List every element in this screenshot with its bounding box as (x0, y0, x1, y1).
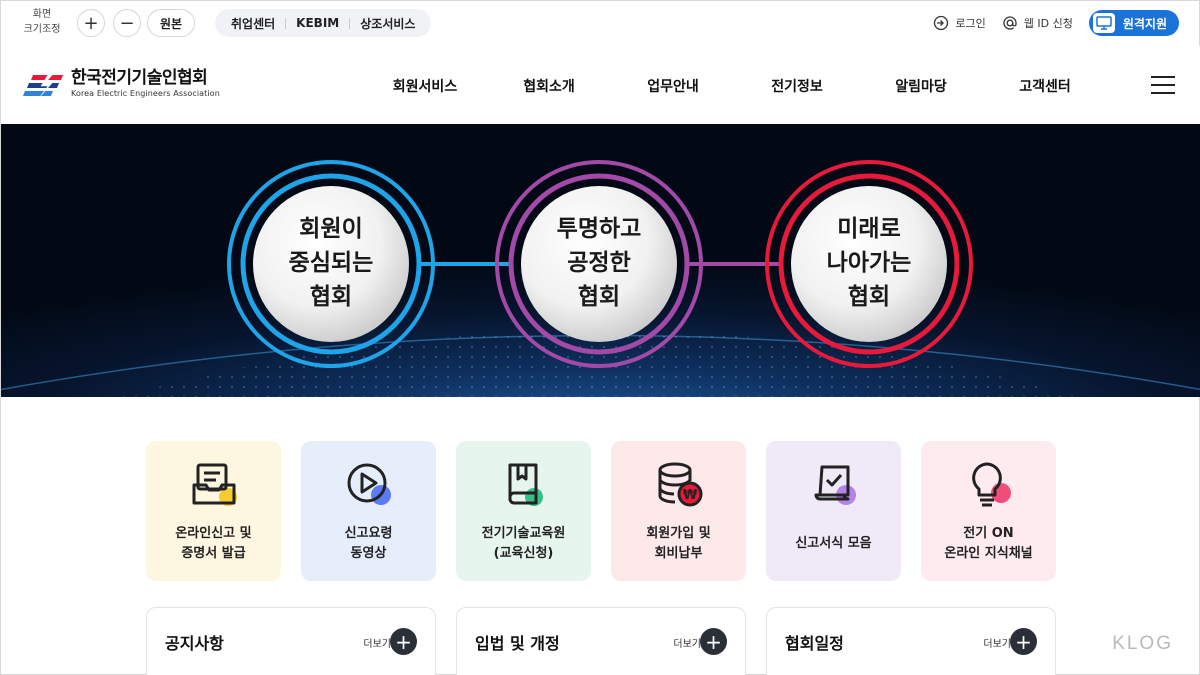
utility-right: 로그인 웹 ID 신청 원격지원 (933, 9, 1179, 37)
service-link-funeral-service[interactable]: 상조서비스 (360, 15, 415, 32)
hero-3-line1: 미래로 (837, 216, 901, 242)
site-logo[interactable]: 한국전기기술인협회 Korea Electric Engineers Assoc… (23, 70, 220, 99)
legislation-board: 입법 및 개정 더보기 + (456, 607, 746, 675)
quick-report-forms[interactable]: 신고서식 모음 (766, 441, 901, 581)
hero-1-line1: 회원이 (299, 216, 363, 242)
book-icon (508, 463, 543, 506)
nav-about[interactable]: 협회소개 (487, 76, 611, 96)
quick-knowledge-channel[interactable]: 전기 ON 온라인 지식채널 (921, 441, 1056, 581)
zoom-in-button[interactable]: + (77, 9, 105, 37)
zoom-reset-button[interactable]: 원본 (147, 9, 195, 37)
minus-icon: − (119, 12, 135, 34)
board-title: 공지사항 (165, 634, 224, 653)
divider (349, 17, 351, 29)
nav-customer-center[interactable]: 고객센터 (983, 76, 1107, 96)
schedule-board: 협회일정 더보기 + (766, 607, 1056, 675)
plus-icon[interactable]: + (700, 628, 727, 655)
quick-label: 회원가입 및 회비납부 (611, 524, 746, 564)
quick-label-line1: 신고서식 모음 (795, 536, 872, 551)
kea-logo-icon (23, 72, 63, 98)
lightbulb-icon (972, 462, 1011, 507)
nav-business[interactable]: 업무안내 (611, 76, 735, 96)
quick-label-line1: 전기기술교육원 (481, 526, 566, 541)
quick-label-line2: 회비납부 (654, 546, 703, 561)
quick-label-line1: 온라인신고 및 (175, 526, 252, 541)
login-link[interactable]: 로그인 (933, 15, 986, 31)
hero-2-line3: 협회 (577, 284, 621, 310)
login-icon (934, 15, 949, 31)
svg-text:₩: ₩ (683, 488, 698, 503)
hero-circle-2-text: 투명하고 공정한 협회 (529, 212, 669, 314)
quick-online-report[interactable]: 온라인신고 및 증명서 발급 (146, 441, 281, 581)
quick-label-line2: 온라인 지식채널 (944, 546, 1033, 561)
login-label: 로그인 (955, 17, 986, 30)
quick-label: 온라인신고 및 증명서 발급 (146, 524, 281, 564)
plus-icon[interactable]: + (390, 628, 417, 655)
nav-electric-info[interactable]: 전기정보 (735, 76, 859, 96)
plus-icon[interactable]: + (1010, 628, 1037, 655)
quick-report-video[interactable]: 신고요령 동영상 (301, 441, 436, 581)
hero-3-line3: 협회 (847, 284, 891, 310)
nav-notice-board[interactable]: 알림마당 (859, 76, 983, 96)
board-more-link[interactable]: 더보기 (673, 635, 701, 650)
document-tray-icon (192, 463, 237, 506)
hero-circle-1-text: 회원이 중심되는 협회 (261, 212, 401, 314)
web-id-link[interactable]: 웹 ID 신청 (1002, 15, 1073, 31)
hero-circle-3-text: 미래로 나아가는 협회 (799, 212, 939, 314)
divider (285, 17, 287, 29)
zoom-label-line1: 화면 (32, 9, 52, 20)
hero-1-line2: 중심되는 (288, 250, 374, 276)
quick-label: 전기 ON 온라인 지식채널 (921, 524, 1056, 564)
coin-stack-icon: ₩ (658, 462, 703, 507)
hero-3-line2: 나아가는 (826, 250, 912, 276)
board-title: 협회일정 (785, 634, 844, 653)
site-header: 한국전기기술인협회 Korea Electric Engineers Assoc… (1, 46, 1200, 124)
scroll-form-icon (814, 465, 856, 505)
browser-viewport: 화면 크기조정 + − 원본 취업센터 KEBIM 상조서비스 로그인 웹 ID… (0, 0, 1200, 675)
quick-label-line2: (교육신청) (493, 546, 554, 561)
zoom-out-button[interactable]: − (113, 9, 141, 37)
logo-subtitle: Korea Electric Engineers Association (71, 89, 220, 98)
zoom-label: 화면 크기조정 (19, 7, 65, 37)
board-title: 입법 및 개정 (475, 634, 560, 653)
quick-label-line1: 신고요령 (344, 526, 393, 541)
plus-icon: + (83, 12, 99, 34)
hero-2-line1: 투명하고 (556, 216, 642, 242)
utility-bar: 화면 크기조정 + − 원본 취업센터 KEBIM 상조서비스 로그인 웹 ID… (1, 1, 1200, 46)
zoom-label-line2: 크기조정 (23, 24, 61, 35)
hamburger-menu-icon[interactable] (1151, 76, 1175, 94)
watermark: KLOG (1112, 633, 1173, 654)
hero-2-line2: 공정한 (567, 250, 631, 276)
board-more-link[interactable]: 더보기 (983, 635, 1011, 650)
quick-label: 신고요령 동영상 (301, 524, 436, 564)
quick-label: 전기기술교육원 (교육신청) (456, 524, 591, 564)
notice-board: 공지사항 더보기 + (146, 607, 436, 675)
quick-label-line1: 전기 ON (963, 526, 1014, 541)
remote-support-label: 원격지원 (1122, 16, 1167, 31)
hero-banner: 회원이 중심되는 협회 투명하고 공정한 협회 미래로 나아가는 협회 (1, 124, 1200, 397)
quick-label: 신고서식 모음 (766, 534, 901, 554)
web-id-label: 웹 ID 신청 (1023, 17, 1073, 30)
main-navigation: 회원서비스 협회소개 업무안내 전기정보 알림마당 고객센터 (363, 76, 1107, 96)
logo-name: 한국전기기술인협회 (71, 68, 208, 88)
board-more-link[interactable]: 더보기 (363, 635, 391, 650)
service-link-kebim[interactable]: KEBIM (296, 16, 339, 30)
hero-1-line3: 협회 (309, 284, 353, 310)
quick-label-line2: 증명서 발급 (181, 546, 246, 561)
quick-label-line1: 회원가입 및 (646, 526, 711, 541)
monitor-icon (1092, 13, 1115, 33)
quick-education-institute[interactable]: 전기기술교육원 (교육신청) (456, 441, 591, 581)
at-sign-icon (1003, 16, 1017, 30)
nav-member-service[interactable]: 회원서비스 (363, 76, 487, 96)
quick-label-line2: 동영상 (350, 546, 387, 561)
family-service-links: 취업센터 KEBIM 상조서비스 (215, 9, 432, 37)
quick-menu: 온라인신고 및 증명서 발급 신고요령 동영상 전기기술교육원 (교육신청) ₩… (146, 441, 1056, 581)
remote-support-button[interactable]: 원격지원 (1088, 10, 1179, 36)
service-link-job-center[interactable]: 취업센터 (231, 15, 275, 32)
quick-membership-fee[interactable]: ₩ 회원가입 및 회비납부 (611, 441, 746, 581)
play-video-icon (347, 463, 391, 505)
